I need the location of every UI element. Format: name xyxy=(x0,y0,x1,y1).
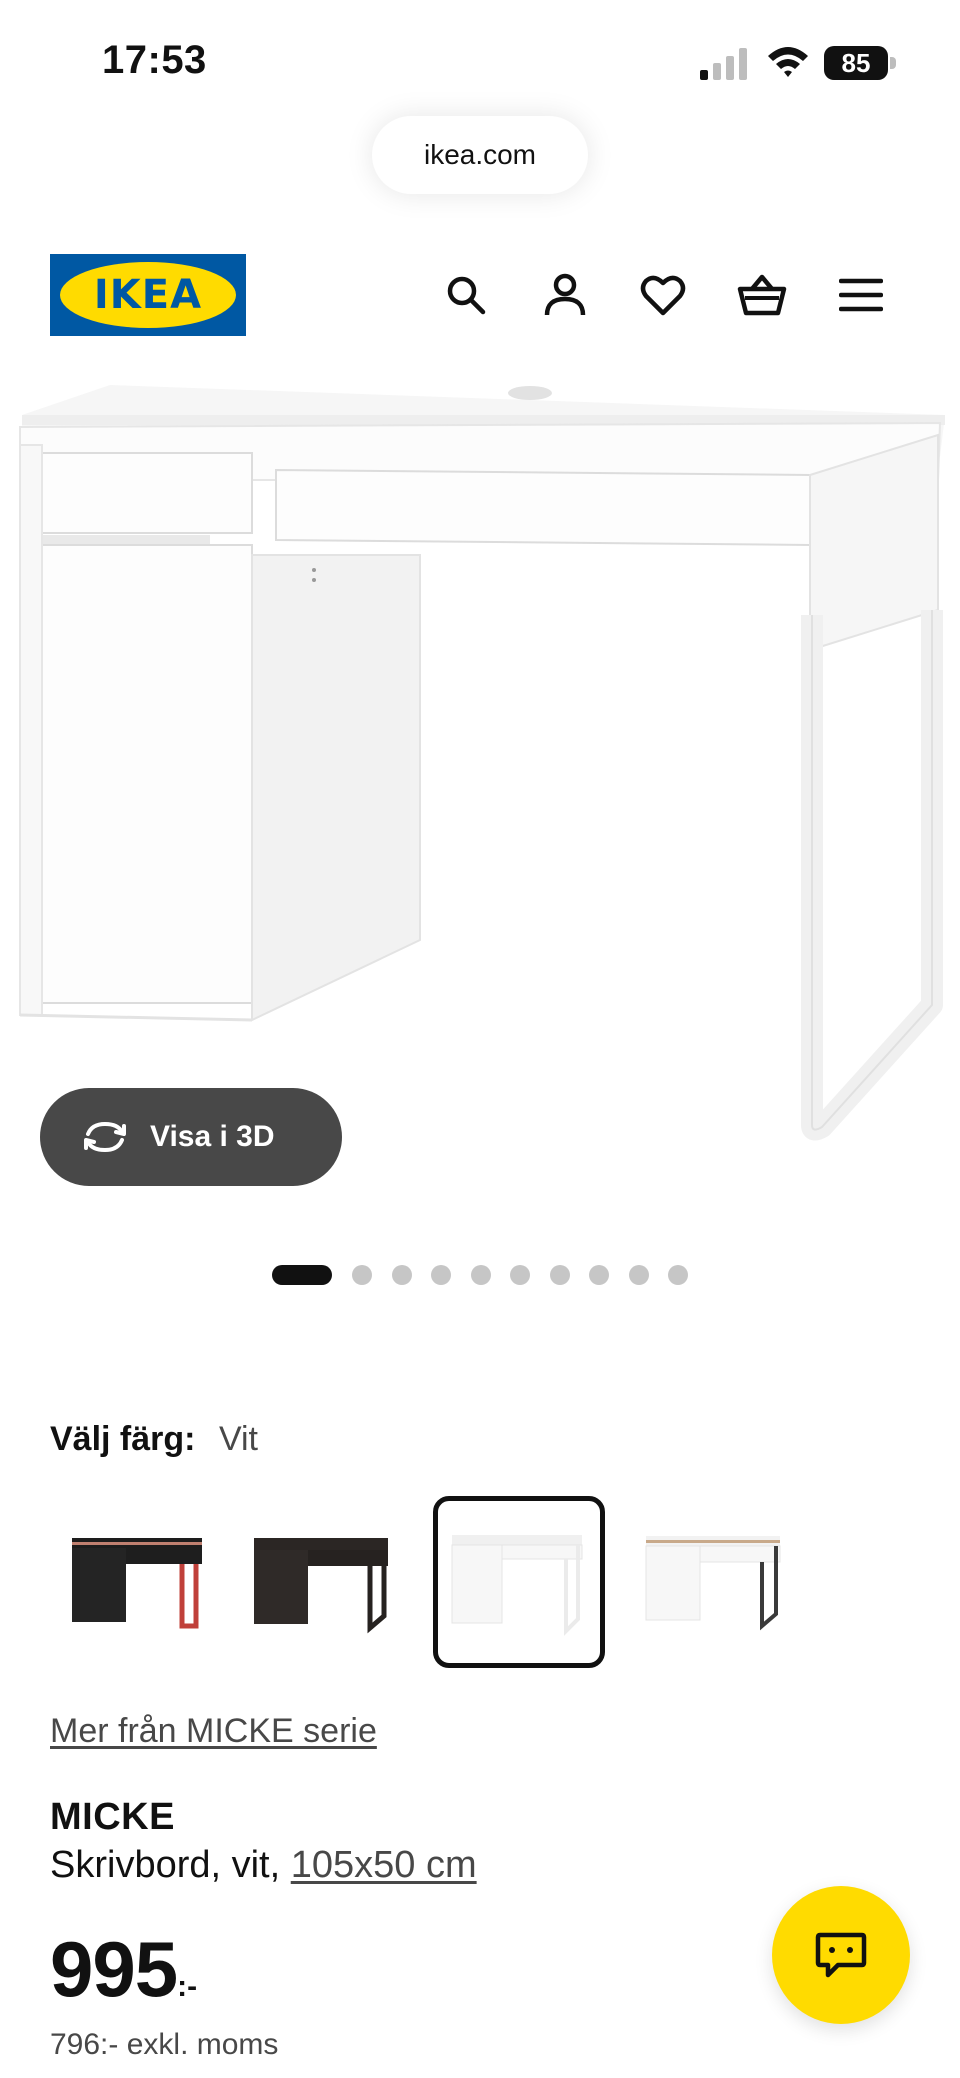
carousel-dot[interactable] xyxy=(431,1265,451,1285)
chat-icon xyxy=(815,1932,867,1978)
wifi-icon xyxy=(768,47,808,77)
basket-icon[interactable] xyxy=(737,270,787,320)
color-label: Välj färg: xyxy=(50,1420,196,1458)
product-size-link[interactable]: 105x50 cm xyxy=(291,1844,477,1886)
carousel-dot[interactable] xyxy=(391,1265,412,1285)
color-swatch-black-red[interactable] xyxy=(50,1496,222,1668)
url-bar[interactable]: ikea.com xyxy=(372,116,588,194)
status-bar: 17:53 85 xyxy=(0,0,960,110)
product-description: Skrivbord, vit, 105x50 cm xyxy=(50,1844,477,1887)
product-image[interactable] xyxy=(0,365,960,1145)
menu-icon[interactable] xyxy=(836,270,886,320)
account-icon[interactable] xyxy=(540,270,590,320)
color-swatches xyxy=(50,1496,910,1672)
color-swatch-black-brown[interactable] xyxy=(236,1496,408,1668)
carousel-dot[interactable] xyxy=(589,1265,609,1285)
ikea-logo[interactable]: IKEA xyxy=(50,254,246,336)
view-3d-label: Visa i 3D xyxy=(150,1120,275,1153)
carousel-dot[interactable] xyxy=(628,1265,649,1285)
carousel-dot[interactable] xyxy=(470,1265,491,1285)
price-suffix: :- xyxy=(177,1970,198,2003)
view-3d-button[interactable]: Visa i 3D xyxy=(40,1088,342,1186)
logo-text: IKEA xyxy=(93,272,203,318)
battery-icon: 85 xyxy=(824,46,896,80)
battery-level: 85 xyxy=(824,46,888,80)
product-price: 995:- xyxy=(50,1924,197,2015)
carousel-pagination xyxy=(272,1264,708,1286)
search-icon[interactable] xyxy=(441,270,491,320)
rotate-3d-icon xyxy=(84,1121,126,1153)
color-value: Vit xyxy=(218,1420,259,1458)
price-amount: 995 xyxy=(50,1925,178,2013)
series-link[interactable]: Mer från MICKE serie xyxy=(50,1712,377,1751)
color-swatch-white-oak[interactable] xyxy=(628,1496,800,1668)
color-selector-heading: Välj färg: Vit xyxy=(50,1420,258,1459)
status-time: 17:53 xyxy=(102,38,207,82)
color-swatch-white[interactable] xyxy=(433,1496,605,1668)
carousel-dot-active[interactable] xyxy=(272,1265,332,1285)
heart-icon[interactable] xyxy=(638,270,688,320)
product-name: MICKE xyxy=(50,1796,175,1838)
chat-button[interactable] xyxy=(772,1886,910,2024)
product-description-text: Skrivbord, vit, xyxy=(50,1844,281,1886)
site-header: IKEA xyxy=(0,250,960,340)
price-excluding-vat: 796:- exkl. moms xyxy=(50,2028,279,2061)
carousel-dot[interactable] xyxy=(510,1265,530,1285)
cellular-signal-icon xyxy=(700,48,747,80)
carousel-dot[interactable] xyxy=(352,1265,372,1285)
carousel-dot[interactable] xyxy=(549,1265,570,1285)
carousel-dot[interactable] xyxy=(668,1265,688,1285)
